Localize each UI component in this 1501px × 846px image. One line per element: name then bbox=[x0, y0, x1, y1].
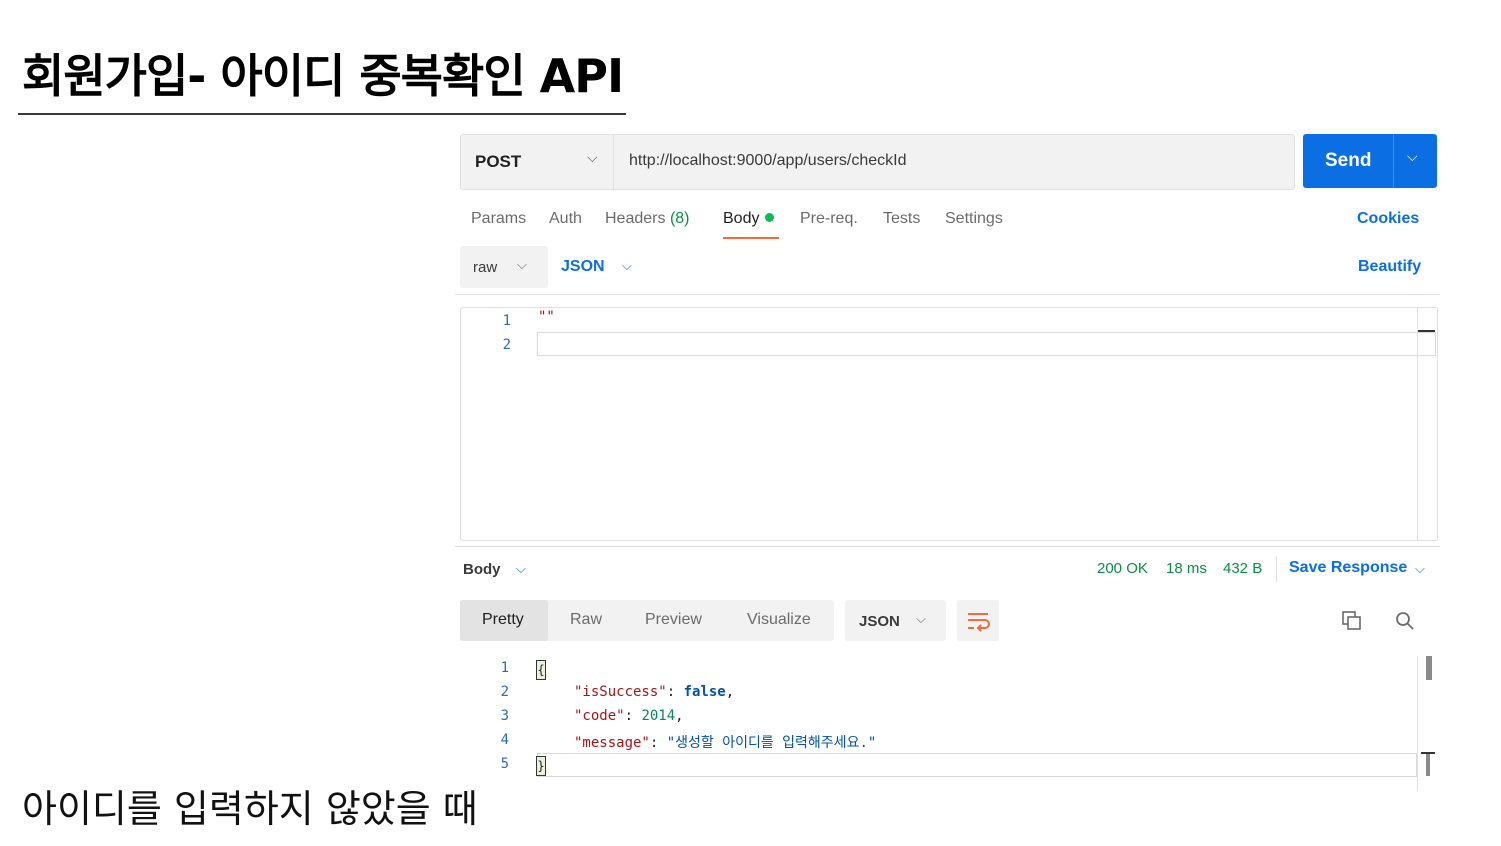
line-number: 1 bbox=[502, 313, 511, 329]
line-number: 2 bbox=[502, 337, 511, 353]
response-format-select[interactable]: JSON ⌵ bbox=[845, 600, 946, 641]
response-view-tabs: Pretty Raw Preview Visualize bbox=[460, 600, 834, 641]
divider bbox=[455, 294, 1440, 295]
copy-button[interactable] bbox=[1340, 609, 1364, 633]
cookies-link[interactable]: Cookies bbox=[1357, 210, 1419, 228]
chevron-down-icon: ⌵ bbox=[517, 257, 527, 272]
beautify-link[interactable]: Beautify bbox=[1358, 258, 1421, 276]
chevron-down-icon[interactable]: ⌵ bbox=[1415, 561, 1425, 577]
scrollbar-thumb[interactable] bbox=[1426, 656, 1432, 680]
tab-headers[interactable]: Headers (8) bbox=[605, 210, 690, 228]
active-line-highlight bbox=[537, 753, 1417, 777]
response-time[interactable]: 18 ms bbox=[1166, 560, 1207, 577]
json-line-isSuccess: "isSuccess": false, bbox=[574, 684, 735, 700]
tab-preview[interactable]: Preview bbox=[645, 611, 702, 629]
line-number: 2 bbox=[500, 684, 509, 700]
tab-tests[interactable]: Tests bbox=[883, 210, 920, 228]
status-code[interactable]: 200 OK bbox=[1097, 560, 1148, 577]
method-label: POST bbox=[475, 152, 522, 171]
tab-body[interactable]: Body bbox=[723, 210, 775, 228]
tab-raw[interactable]: Raw bbox=[570, 611, 602, 629]
scrollbar-track[interactable] bbox=[1417, 656, 1418, 791]
response-format-label: JSON bbox=[859, 613, 900, 630]
copy-icon bbox=[1342, 611, 1361, 630]
line-number: 1 bbox=[500, 660, 509, 676]
line-number: 4 bbox=[500, 732, 509, 748]
line-number: 5 bbox=[500, 756, 509, 772]
json-value: false bbox=[683, 684, 726, 700]
divider bbox=[1276, 556, 1277, 582]
save-response-button[interactable]: Save Response bbox=[1289, 559, 1407, 577]
tab-visualize[interactable]: Visualize bbox=[747, 611, 811, 629]
chevron-down-icon: ⌵ bbox=[587, 149, 598, 165]
method-selector[interactable]: POST ⌵ bbox=[461, 135, 614, 189]
wrap-lines-icon bbox=[968, 613, 990, 632]
request-body-editor[interactable]: 1 2 "" bbox=[460, 307, 1438, 541]
active-tab-underline bbox=[723, 237, 779, 239]
scrollbar-marker bbox=[1418, 330, 1435, 332]
scrollbar-end-marker bbox=[1421, 752, 1435, 776]
body-format-select[interactable]: JSON bbox=[561, 258, 605, 276]
wrap-lines-button[interactable] bbox=[957, 600, 999, 641]
tab-settings[interactable]: Settings bbox=[945, 210, 1003, 228]
json-line-message: "message": "생성할 아이디를 입력해주세요." bbox=[574, 735, 877, 751]
tab-headers-label: Headers bbox=[605, 210, 666, 227]
json-key: "message" bbox=[574, 735, 650, 751]
body-indicator-dot bbox=[765, 213, 775, 223]
active-line-highlight bbox=[537, 332, 1436, 356]
response-body-select[interactable]: Body bbox=[463, 561, 501, 578]
chevron-down-icon[interactable]: ⌵ bbox=[516, 561, 526, 577]
body-mode-label: raw bbox=[473, 259, 498, 276]
slide-title: 회원가입- 아이디 중복확인 API bbox=[22, 49, 624, 103]
chevron-down-icon: ⌵ bbox=[916, 611, 926, 626]
code-line-1: "" bbox=[538, 309, 555, 325]
divider bbox=[455, 546, 1440, 547]
body-mode-select[interactable]: raw ⌵ bbox=[460, 246, 548, 288]
close-brace: } bbox=[536, 756, 546, 776]
tab-prereq[interactable]: Pre-req. bbox=[800, 210, 858, 228]
search-button[interactable] bbox=[1393, 609, 1417, 633]
chevron-down-icon[interactable]: ⌵ bbox=[1407, 148, 1418, 165]
send-divider bbox=[1393, 134, 1394, 188]
tab-params[interactable]: Params bbox=[471, 210, 526, 228]
line-number: 3 bbox=[500, 708, 509, 724]
response-body-viewer[interactable]: 1 2 3 4 5 { "isSuccess": false, "code": … bbox=[460, 656, 1436, 791]
send-button[interactable]: Send ⌵ bbox=[1303, 134, 1437, 188]
json-key: "isSuccess" bbox=[574, 684, 667, 700]
send-button-label: Send bbox=[1325, 150, 1372, 171]
json-key: "code" bbox=[574, 708, 625, 724]
tab-pretty[interactable]: Pretty bbox=[482, 611, 524, 629]
chevron-down-icon[interactable]: ⌵ bbox=[622, 258, 632, 274]
tab-body-label: Body bbox=[723, 210, 760, 227]
headers-count: (8) bbox=[669, 210, 690, 227]
title-underline bbox=[18, 113, 626, 115]
json-line-code: "code": 2014, bbox=[574, 708, 684, 724]
open-brace: { bbox=[536, 660, 546, 680]
response-size[interactable]: 432 B bbox=[1223, 560, 1262, 577]
search-icon bbox=[1396, 612, 1414, 630]
slide-caption: 아이디를 입력하지 않았을 때 bbox=[22, 787, 478, 831]
tab-auth[interactable]: Auth bbox=[549, 210, 582, 228]
scrollbar-track[interactable] bbox=[1417, 308, 1418, 540]
json-value: 2014 bbox=[641, 708, 676, 724]
json-value: "생성할 아이디를 입력해주세요." bbox=[666, 735, 877, 751]
request-url-bar: POST ⌵ http://localhost:9000/app/users/c… bbox=[460, 134, 1295, 190]
url-input[interactable]: http://localhost:9000/app/users/checkId bbox=[629, 152, 907, 170]
